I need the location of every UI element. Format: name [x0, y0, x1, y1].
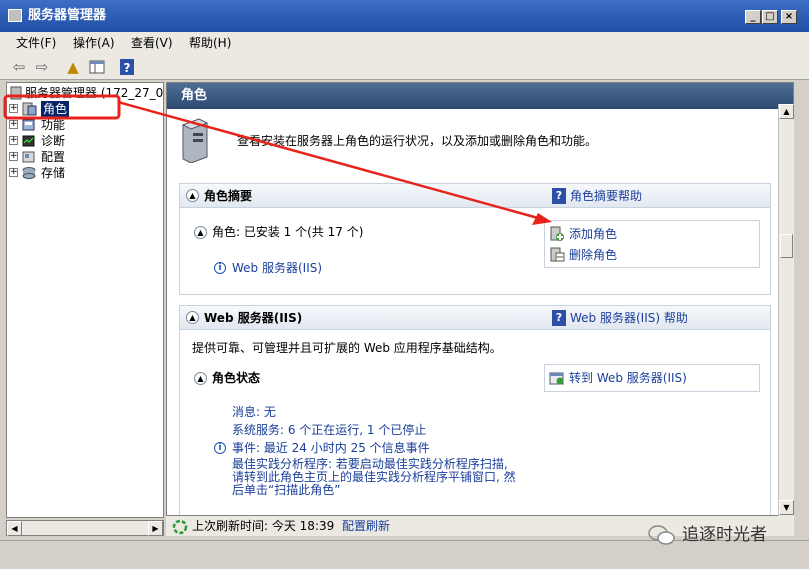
expand-icon[interactable]: +: [9, 152, 18, 161]
roles-summary-section: ▲ 角色摘要 ? 角色摘要帮助 ▲ 角色: 已安装 1 个(共 17 个) i …: [179, 183, 771, 295]
page-title: 角色: [181, 88, 208, 103]
web-server-help-link[interactable]: Web 服务器(IIS) 帮助: [570, 310, 688, 326]
scroll-down-icon[interactable]: ▼: [779, 500, 794, 515]
watermark-text: 追逐时光者: [682, 525, 767, 545]
maximize-button[interactable]: □: [762, 10, 778, 24]
collapse-icon[interactable]: ▲: [186, 311, 199, 324]
info-icon: i: [214, 442, 226, 454]
menu-bar: 文件(F) 操作(A) 查看(V) 帮助(H): [0, 32, 809, 54]
roles-installed-label: 角色: 已安装 1 个(共 17 个): [212, 225, 364, 239]
roles-icon: [22, 102, 37, 116]
collapse-icon[interactable]: ▲: [194, 226, 207, 239]
system-services-status[interactable]: 系统服务: 6 个正在运行, 1 个已停止: [232, 422, 426, 438]
web-server-description: 提供可靠、可管理并且可扩展的 Web 应用程序基础结构。: [192, 341, 502, 355]
roles-summary-header: ▲ 角色摘要 ? 角色摘要帮助: [180, 184, 770, 208]
tree-item-roles[interactable]: + 角色: [7, 101, 163, 117]
expand-icon[interactable]: +: [9, 104, 18, 113]
remove-role-link[interactable]: 删除角色: [569, 247, 617, 263]
title-bar: 服务器管理器 _ □ ×: [0, 0, 809, 32]
window-title: 服务器管理器: [28, 8, 107, 23]
events-status[interactable]: 事件: 最近 24 小时内 25 个信息事件: [232, 440, 430, 456]
server-role-icon: [181, 118, 209, 163]
wechat-icon: [648, 525, 675, 545]
last-refresh-text: 上次刷新时间: 今天 18:39: [192, 519, 335, 533]
expand-icon[interactable]: +: [9, 136, 18, 145]
storage-icon: [22, 167, 36, 179]
svg-text:?: ?: [124, 61, 131, 75]
server-manager-icon: [8, 9, 22, 22]
help-icon: ?: [552, 310, 566, 326]
show-hide-tree-icon[interactable]: [88, 58, 106, 76]
menu-help[interactable]: 帮助(H): [189, 35, 231, 51]
navigation-tree: 服务器管理器 (172_27_0_ + 角色 + 功能 + 诊断 + 配置 + …: [6, 82, 164, 518]
forward-arrow-icon[interactable]: ⇨: [33, 58, 51, 76]
close-button[interactable]: ×: [781, 10, 797, 24]
scroll-left-icon[interactable]: ◀: [7, 521, 22, 536]
role-status-title: 角色状态: [212, 371, 261, 385]
goto-web-server-link[interactable]: 转到 Web 服务器(IIS): [569, 370, 687, 386]
goto-icon: [549, 372, 564, 385]
web-server-header: ▲ Web 服务器(IIS) ? Web 服务器(IIS) 帮助: [180, 306, 770, 330]
bpa-line-3[interactable]: 后单击“扫描此角色”: [232, 484, 340, 497]
menu-view[interactable]: 查看(V): [131, 35, 173, 51]
roles-summary-title: 角色摘要: [204, 189, 253, 203]
up-folder-icon[interactable]: ▲: [64, 58, 82, 76]
content-vertical-scrollbar[interactable]: ▲ ▼: [778, 104, 794, 516]
intro-text: 查看安装在服务器上角色的运行状况，以及添加或删除角色和功能。: [237, 134, 598, 148]
diagnostics-icon: [22, 135, 35, 147]
add-role-link[interactable]: 添加角色: [569, 226, 617, 242]
content-pane: 角色 查看安装在服务器上角色的运行状况，以及添加或删除角色和功能。 ▲ 角色摘要…: [166, 82, 794, 516]
help-icon[interactable]: ?: [118, 58, 136, 76]
tree-horizontal-scrollbar[interactable]: ◀ ▶: [6, 520, 164, 536]
features-icon: [22, 119, 35, 131]
scroll-thumb[interactable]: [780, 234, 793, 258]
configuration-icon: [22, 151, 35, 163]
configure-refresh-link[interactable]: 配置刷新: [342, 518, 390, 534]
expand-icon[interactable]: +: [9, 120, 18, 129]
role-actions-box: 添加角色 删除角色: [544, 220, 760, 268]
info-icon: i: [214, 262, 226, 274]
back-arrow-icon[interactable]: ⇦: [10, 58, 28, 76]
refresh-icon: [172, 519, 188, 535]
scroll-up-icon[interactable]: ▲: [779, 104, 794, 119]
minimize-button[interactable]: _: [745, 10, 761, 24]
toolbar: ⇦ ⇨ ▲ ?: [0, 54, 809, 80]
collapse-icon[interactable]: ▲: [194, 372, 207, 385]
role-item-web-server[interactable]: Web 服务器(IIS): [232, 260, 322, 276]
web-server-title: Web 服务器(IIS): [204, 311, 303, 325]
collapse-icon[interactable]: ▲: [186, 189, 199, 202]
roles-summary-help-link[interactable]: 角色摘要帮助: [570, 188, 642, 204]
menu-action[interactable]: 操作(A): [73, 35, 115, 51]
add-role-icon: [550, 226, 564, 241]
help-icon: ?: [552, 188, 566, 204]
goto-role-box: 转到 Web 服务器(IIS): [544, 364, 760, 392]
server-icon: [10, 86, 22, 100]
scroll-right-icon[interactable]: ▶: [148, 521, 163, 536]
expand-icon[interactable]: +: [9, 168, 18, 177]
remove-role-icon: [550, 247, 565, 262]
messages-status[interactable]: 消息: 无: [232, 404, 276, 420]
content-header: 角色: [167, 83, 793, 109]
watermark: 追逐时光者: [648, 522, 798, 548]
menu-file[interactable]: 文件(F): [16, 35, 56, 51]
web-server-section: ▲ Web 服务器(IIS) ? Web 服务器(IIS) 帮助 提供可靠、可管…: [179, 305, 771, 515]
